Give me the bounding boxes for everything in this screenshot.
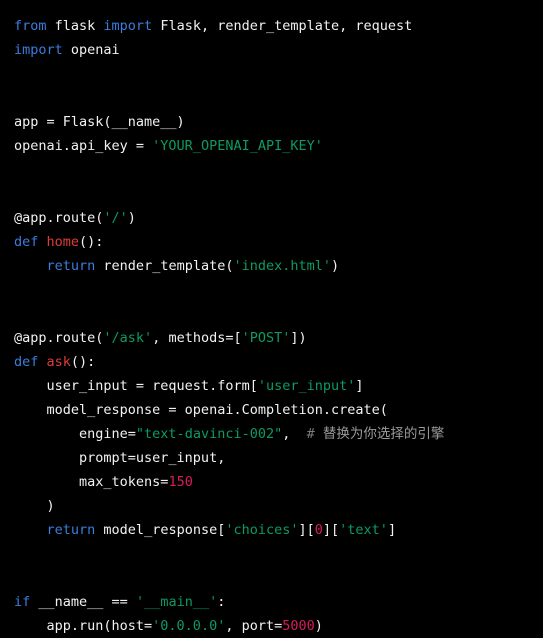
code-token-plain: model_response[ bbox=[95, 522, 226, 538]
code-token-kw: if bbox=[14, 594, 31, 610]
code-line: openai.api_key = 'YOUR_OPENAI_API_KEY' bbox=[14, 134, 543, 158]
code-token-kw: return bbox=[46, 522, 96, 538]
code-token-str: 'POST' bbox=[241, 330, 291, 346]
code-token-plain: ] bbox=[387, 522, 397, 538]
code-token-plain: , port= bbox=[225, 618, 283, 634]
code-token-deco: ]) bbox=[290, 330, 307, 346]
code-line: prompt=user_input, bbox=[14, 446, 543, 470]
code-token-str: '0.0.0.0' bbox=[152, 618, 226, 634]
code-line: app = Flask(__name__) bbox=[14, 110, 543, 134]
code-token-plain: , bbox=[282, 426, 307, 442]
code-token-plain: (): bbox=[70, 354, 96, 370]
code-line: from flask import Flask, render_template… bbox=[14, 14, 543, 38]
code-token-plain: openai bbox=[62, 42, 120, 58]
code-token-kw: def bbox=[14, 354, 39, 370]
code-token-plain: prompt=user_input, bbox=[14, 450, 226, 466]
code-token-fn: ask bbox=[46, 354, 71, 370]
code-token-plain: render_template( bbox=[95, 258, 234, 274]
code-line: engine="text-davinci-002", # 替换为你选择的引擎 bbox=[14, 422, 543, 446]
code-token-plain: openai.api_key = bbox=[14, 138, 153, 154]
code-line: ) bbox=[14, 494, 543, 518]
code-token-str: 'index.html' bbox=[233, 258, 332, 274]
code-token-plain: engine= bbox=[14, 426, 136, 442]
code-token-str: 'YOUR_OPENAI_API_KEY' bbox=[152, 138, 323, 154]
code-token-plain: __name__ == bbox=[30, 594, 136, 610]
code-token-cmt: # bbox=[306, 426, 323, 442]
code-token-plain: app = Flask(__name__) bbox=[14, 114, 185, 130]
code-token-kw: from bbox=[14, 18, 47, 34]
code-token-deco: ) bbox=[127, 210, 136, 226]
code-line: max_tokens=150 bbox=[14, 470, 543, 494]
code-token-fn: home bbox=[46, 234, 80, 250]
code-line: model_response = openai.Completion.creat… bbox=[14, 398, 543, 422]
code-token-str: 'choices' bbox=[225, 522, 299, 538]
code-token-plain: flask bbox=[46, 18, 104, 34]
code-token-kw: def bbox=[14, 234, 39, 250]
code-token-plain: model_response = openai.Completion.creat… bbox=[14, 402, 388, 418]
code-token-num: 150 bbox=[168, 474, 193, 490]
code-editor[interactable]: from flask import Flask, render_template… bbox=[0, 0, 543, 634]
code-token-plain: ) bbox=[314, 618, 323, 634]
code-token-plain: ][ bbox=[322, 522, 340, 538]
code-token-plain: (): bbox=[79, 234, 104, 250]
code-token-str: '__main__' bbox=[135, 594, 218, 610]
code-line: if __name__ == '__main__': bbox=[14, 590, 543, 614]
code-token-plain: ) bbox=[331, 258, 340, 274]
code-line: user_input = request.form['user_input'] bbox=[14, 374, 543, 398]
code-line: return model_response['choices'][0]['tex… bbox=[14, 518, 543, 542]
code-line: def home(): bbox=[14, 230, 543, 254]
code-token-num: 5000 bbox=[282, 618, 315, 634]
code-token-num: 0 bbox=[314, 522, 323, 538]
code-token-plain: app.run(host= bbox=[14, 618, 153, 634]
code-token-deco: , methods=[ bbox=[152, 330, 242, 346]
code-token-kw: return bbox=[46, 258, 96, 274]
code-token-deco: @app.route( bbox=[14, 210, 104, 226]
code-token-plain: Flask, render_template, request bbox=[152, 18, 413, 34]
code-token-str: '/' bbox=[103, 210, 128, 226]
code-line: app.run(host='0.0.0.0', port=5000) bbox=[14, 614, 543, 638]
code-token-plain: max_tokens= bbox=[14, 474, 169, 490]
code-token-kw: import bbox=[103, 18, 153, 34]
code-token-plain: : bbox=[217, 594, 226, 610]
code-token-plain: ][ bbox=[298, 522, 315, 538]
code-token-str: '/ask' bbox=[103, 330, 153, 346]
code-token-cn: 替换为你选择的引擎 bbox=[322, 426, 445, 442]
code-line: @app.route('/ask', methods=['POST']) bbox=[14, 326, 543, 350]
code-token-plain: ] bbox=[355, 378, 364, 394]
code-line: @app.route('/') bbox=[14, 206, 543, 230]
code-line: def ask(): bbox=[14, 350, 543, 374]
code-token-plain: user_input = request.form[ bbox=[14, 378, 258, 394]
code-token-deco: @app.route( bbox=[14, 330, 104, 346]
code-token-str: 'user_input' bbox=[257, 378, 356, 394]
code-line: import openai bbox=[14, 38, 543, 62]
code-token-plain: ) bbox=[14, 498, 55, 514]
code-token-kw: import bbox=[14, 42, 63, 58]
code-token-str: 'text' bbox=[339, 522, 388, 538]
code-line: return render_template('index.html') bbox=[14, 254, 543, 278]
code-token-str: "text-davinci-002" bbox=[135, 426, 283, 442]
